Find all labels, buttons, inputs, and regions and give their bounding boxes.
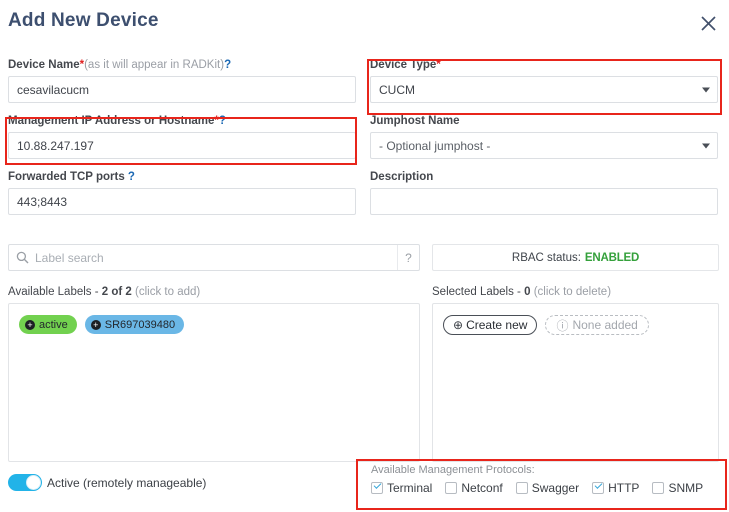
management-protocols-title: Available Management Protocols: [371,464,535,476]
checkbox-terminal[interactable] [371,482,383,494]
checkbox-snmp[interactable] [652,482,665,494]
label-search-row: ? [8,244,420,271]
management-ip-label-text: Management IP Address or Hostname [8,115,215,127]
management-ip-input[interactable] [8,132,356,159]
available-labels-chip-row: + active + SR697039480 [19,315,409,334]
selected-labels-count: 0 [524,286,531,298]
field-description-label: Description [370,171,434,183]
available-labels-title: Available Labels - [8,286,99,298]
field-jumphost-name: Jumphost Name - Optional jumphost - [370,114,718,159]
protocol-netconf[interactable]: Netconf [445,481,503,495]
help-icon[interactable]: ? [128,171,135,183]
selected-labels-panel: ⊕ Create new ⓘ None added [432,303,719,462]
field-management-ip: Management IP Address or Hostname*? [8,114,356,159]
close-glyph [700,15,716,31]
rbac-status-value: ENABLED [584,251,640,264]
add-new-device-dialog: Add New Device Device Name*(as it will a… [0,0,729,512]
field-forwarded-ports: Forwarded TCP ports ? [8,170,356,215]
field-jumphost-name-label: Jumphost Name [370,115,460,127]
protocol-swagger[interactable]: Swagger [515,481,580,495]
device-name-input[interactable] [8,76,356,103]
active-toggle-row: Active (remotely manageable) [8,474,206,491]
active-toggle[interactable] [8,474,42,491]
available-labels-panel: + active + SR697039480 [8,303,420,462]
selected-labels-heading: Selected Labels - 0 (click to delete) [432,286,611,298]
help-icon[interactable]: ? [397,245,419,270]
field-forwarded-ports-label: Forwarded TCP ports ? [8,170,356,184]
rbac-status-badge: RBAC status: ENABLED [432,244,719,271]
toggle-knob [26,475,41,490]
checkbox-swagger[interactable] [515,482,528,494]
protocol-label: Swagger [531,481,580,495]
field-device-type: Device Type* CUCM [370,58,718,103]
rbac-status-label: RBAC status: [511,251,581,264]
create-new-label-text: Create new [466,318,528,332]
device-type-required-mark: * [436,59,441,71]
help-icon[interactable]: ? [224,59,231,71]
form-column-left: Device Name*(as it will appear in RADKit… [8,58,356,226]
selected-labels-chip-row: ⊕ Create new ⓘ None added [443,315,708,335]
label-chip-text: active [39,318,68,331]
plus-circle-icon: ⊕ [453,318,464,332]
active-toggle-label: Active (remotely manageable) [47,475,207,490]
field-device-name-label: Device Name*(as it will appear in RADKit… [8,58,356,72]
jumphost-select-wrap: - Optional jumphost - [370,132,718,159]
available-labels-heading: Available Labels - 2 of 2 (click to add) [8,286,200,298]
none-added-placeholder: ⓘ None added [545,315,649,335]
protocol-label: Terminal [387,481,433,495]
search-glyph [16,251,28,264]
description-input[interactable] [370,188,718,215]
create-new-label-button[interactable]: ⊕ Create new [443,315,538,335]
none-added-text: None added [572,318,638,332]
field-device-name: Device Name*(as it will appear in RADKit… [8,58,356,103]
plus-circle-icon: + [25,319,35,330]
protocol-snmp[interactable]: SNMP [652,481,703,495]
field-description: Description [370,170,718,215]
form-column-right: Device Type* CUCM Jumphost Name - Option… [370,58,718,226]
jumphost-select[interactable]: - Optional jumphost - [370,132,718,159]
forwarded-ports-label-text: Forwarded TCP ports [8,171,125,183]
protocol-label: HTTP [608,481,640,495]
device-type-label-text: Device Type [370,59,437,71]
field-management-ip-label: Management IP Address or Hostname*? [8,114,356,128]
available-labels-count: 2 of 2 [101,286,132,298]
device-name-hint: (as it will appear in RADKit) [84,59,225,71]
protocol-label: Netconf [461,481,503,495]
search-icon [9,251,35,264]
available-labels-hint: (click to add) [135,286,201,298]
help-icon[interactable]: ? [219,115,226,127]
selected-labels-title: Selected Labels - [432,286,521,298]
forwarded-ports-input[interactable] [8,188,356,215]
device-type-select[interactable]: CUCM [370,76,718,103]
label-chip-text: SR697039480 [104,318,176,331]
management-protocols-row: Terminal Netconf Swagger HTTP SNMP [371,481,703,495]
checkbox-netconf[interactable] [445,482,458,494]
search-input[interactable] [35,250,397,265]
management-protocols-group: Available Management Protocols: Terminal… [371,464,703,495]
device-type-select-wrap: CUCM [370,76,718,103]
page-title: Add New Device [8,10,159,31]
protocol-label: SNMP [668,481,704,495]
checkbox-http[interactable] [592,482,605,494]
protocol-terminal[interactable]: Terminal [371,481,432,495]
device-name-label-text: Device Name [8,59,80,71]
selected-labels-hint: (click to delete) [533,286,612,298]
label-chip-active[interactable]: + active [19,315,77,334]
plus-circle-icon: + [90,319,101,330]
close-icon[interactable] [696,11,720,35]
info-circle-icon: ⓘ [556,318,569,333]
field-device-type-label: Device Type* [370,58,718,72]
protocol-http[interactable]: HTTP [592,481,639,495]
label-chip-sr[interactable]: + SR697039480 [84,315,185,334]
